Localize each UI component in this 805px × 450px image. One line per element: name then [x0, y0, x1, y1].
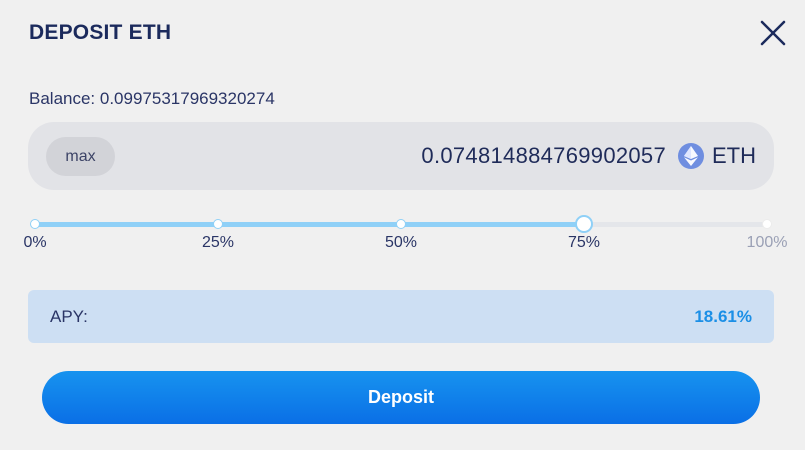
- amount-display: 0.074814884769902057 ETH: [421, 122, 756, 190]
- max-button[interactable]: max: [46, 137, 115, 176]
- amount-input[interactable]: max 0.074814884769902057 ETH: [28, 122, 774, 190]
- amount-slider[interactable]: [30, 214, 772, 234]
- slider-tick-25[interactable]: [213, 219, 223, 229]
- apy-value: 18.61%: [694, 307, 752, 326]
- slider-tick-label: 100%: [746, 234, 788, 251]
- slider-handle[interactable]: [575, 215, 593, 233]
- ethereum-icon: [678, 143, 704, 169]
- apy-panel: APY: 18.61%: [28, 290, 774, 343]
- slider-tick-50[interactable]: [396, 219, 406, 229]
- amount-value: 0.074814884769902057: [421, 143, 666, 168]
- slider-tick-0[interactable]: [30, 219, 40, 229]
- apy-label: APY:: [50, 307, 88, 326]
- slider-tick-100[interactable]: [762, 219, 772, 229]
- slider-tick-label: 50%: [384, 234, 418, 251]
- modal-title: DEPOSIT ETH: [29, 21, 172, 44]
- token-symbol: ETH: [712, 143, 756, 168]
- slider-tick-label: 0%: [23, 234, 47, 251]
- slider-tick-label: 25%: [201, 234, 235, 251]
- deposit-button[interactable]: Deposit: [42, 371, 760, 424]
- slider-tick-label: 75%: [567, 234, 601, 251]
- close-icon[interactable]: [758, 18, 788, 48]
- slider-fill: [35, 222, 584, 227]
- balance-text: Balance: 0.09975317969320274: [29, 89, 275, 108]
